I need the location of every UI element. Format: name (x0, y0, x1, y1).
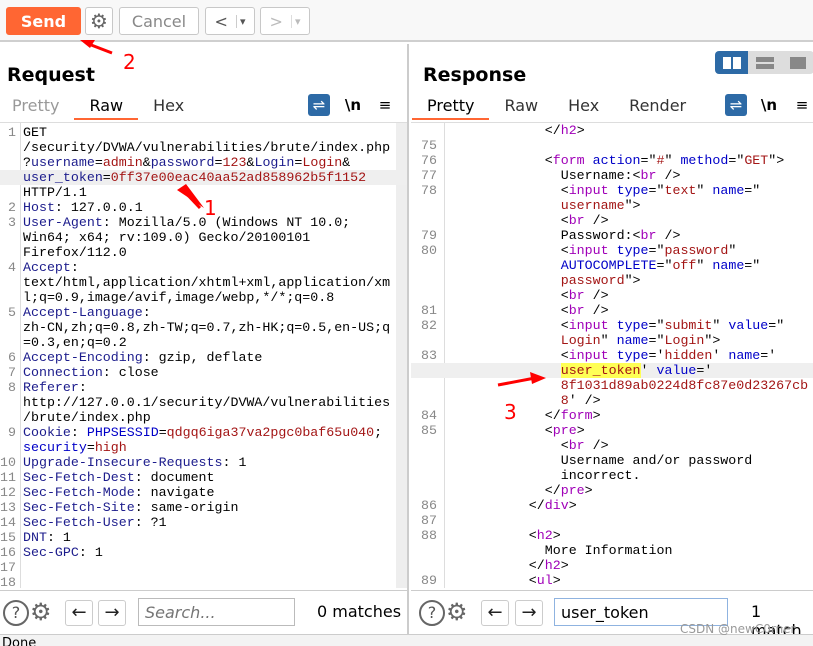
annotation-2: 2 (123, 50, 136, 74)
annotation-3: 3 (504, 400, 517, 424)
annotation-1: 1 (204, 196, 217, 220)
annotation-arrows (80, 40, 546, 387)
arrow-2 (85, 41, 113, 55)
arrow-3 (497, 376, 536, 387)
